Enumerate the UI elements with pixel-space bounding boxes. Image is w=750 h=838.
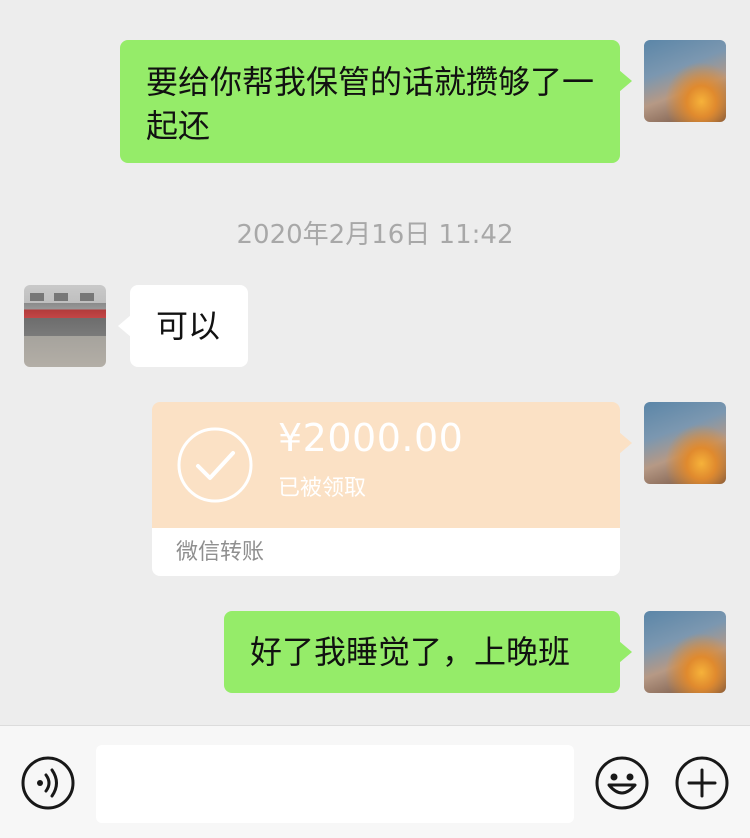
transfer-status: 已被领取 bbox=[278, 476, 367, 501]
message-bubble-sent[interactable]: 好了我睡觉了，上晚班 bbox=[224, 611, 632, 693]
contact-avatar[interactable] bbox=[24, 285, 106, 367]
timestamp: 2020年2月16日 11:42 bbox=[236, 220, 514, 250]
transfer-amount: ¥2000.00 bbox=[278, 416, 464, 460]
transfer-label: 微信转账 bbox=[152, 528, 620, 576]
emoji-icon[interactable] bbox=[594, 755, 650, 811]
my-avatar[interactable] bbox=[644, 611, 726, 693]
input-bar bbox=[0, 725, 750, 838]
message-text: 可以 bbox=[156, 307, 221, 345]
check-circle-icon bbox=[177, 427, 253, 503]
chat-area: 要给你帮我保管的话就攒够了一起还 2020年2月16日 11:42 可以 ¥20… bbox=[0, 0, 750, 725]
message-text: 好了我睡觉了，上晚班 bbox=[250, 633, 571, 671]
message-text: 要给你帮我保管的话就攒够了一起还 bbox=[146, 63, 595, 145]
plus-icon[interactable] bbox=[674, 755, 730, 811]
message-bubble-received[interactable]: 可以 bbox=[118, 285, 248, 367]
voice-icon[interactable] bbox=[20, 755, 76, 811]
message-input[interactable] bbox=[96, 745, 574, 823]
my-avatar[interactable] bbox=[644, 402, 726, 484]
transfer-card[interactable]: ¥2000.00 已被领取 微信转账 bbox=[152, 402, 632, 576]
transfer-card-top: ¥2000.00 已被领取 bbox=[152, 402, 632, 528]
my-avatar[interactable] bbox=[644, 40, 726, 122]
message-bubble-sent[interactable]: 要给你帮我保管的话就攒够了一起还 bbox=[120, 40, 632, 163]
